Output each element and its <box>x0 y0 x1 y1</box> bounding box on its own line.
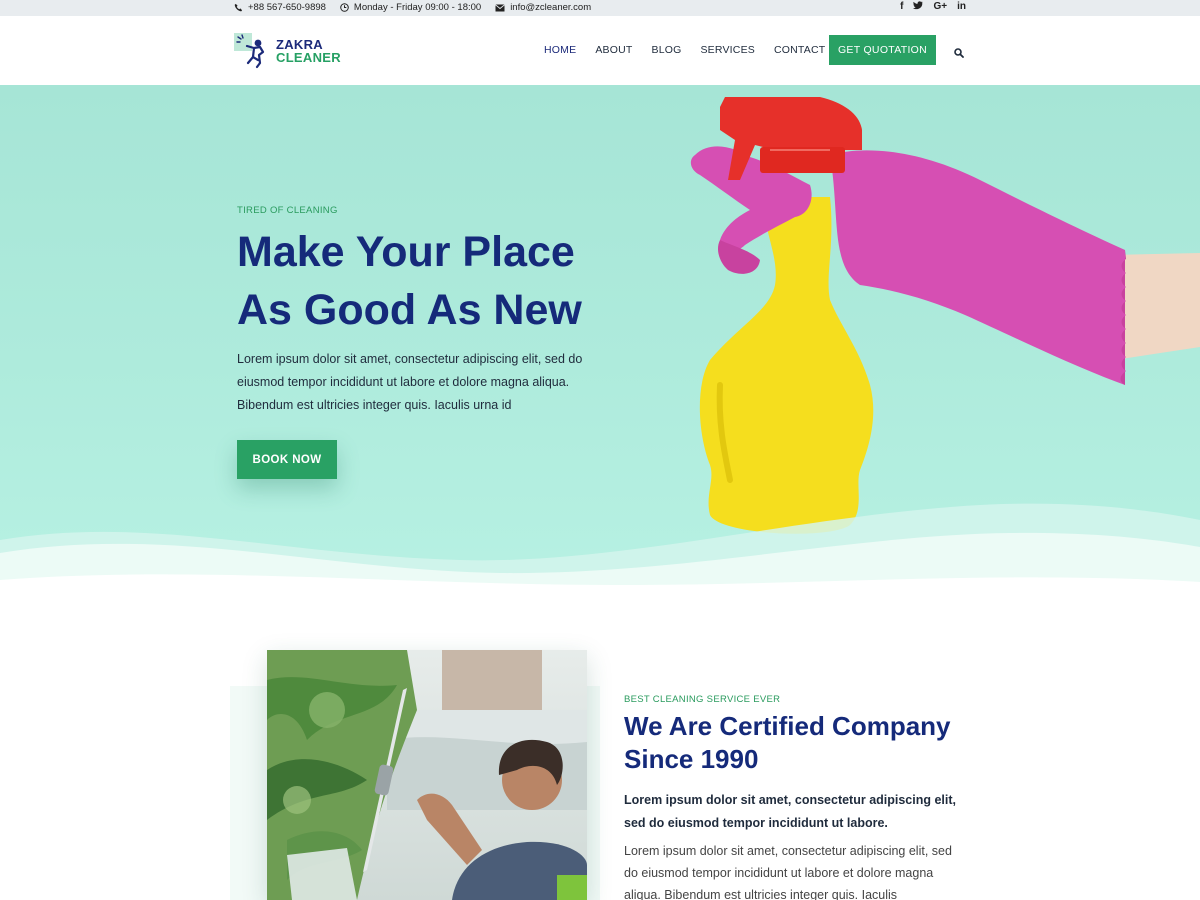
about-title-line-2: Since 1990 <box>624 744 759 774</box>
logo-line-2: CLEANER <box>276 50 341 65</box>
google-plus-icon[interactable]: G+ <box>933 1 947 13</box>
about-lead-text: Lorem ipsum dolor sit amet, consectetur … <box>624 793 957 830</box>
book-now-button[interactable]: BOOK NOW <box>237 440 337 479</box>
site-header: ZAKRA CLEANER HOME ABOUT BLOG SERVICES C… <box>0 16 1200 85</box>
email-item[interactable]: info@zcleaner.com <box>495 2 591 13</box>
nav-services[interactable]: SERVICES <box>700 35 755 65</box>
search-icon[interactable] <box>954 45 964 63</box>
about-kicker: BEST CLEANING SERVICE EVER <box>624 694 781 705</box>
window-cleaning-photo <box>267 650 587 900</box>
nav-home[interactable]: HOME <box>544 35 576 65</box>
about-body-text: Lorem ipsum dolor sit amet, consectetur … <box>624 844 952 900</box>
phone-number: +88 567-650-9898 <box>248 2 326 13</box>
social-links: f G+ in <box>900 1 966 13</box>
nav-contact[interactable]: CONTACT <box>774 35 825 65</box>
about-title-line-1: We Are Certified Company <box>624 711 951 741</box>
site-logo[interactable]: ZAKRA CLEANER <box>234 33 341 69</box>
hero-title: Make Your Place As Good As New <box>237 223 637 339</box>
hours-item: Monday - Friday 09:00 - 18:00 <box>340 2 481 13</box>
nav-blog[interactable]: BLOG <box>651 35 681 65</box>
phone-item[interactable]: +88 567-650-9898 <box>234 2 326 13</box>
hero-kicker: TIRED OF CLEANING <box>237 205 338 216</box>
top-bar: +88 567-650-9898 Monday - Friday 09:00 -… <box>0 0 1200 16</box>
logo-icon <box>234 33 265 69</box>
linkedin-icon[interactable]: in <box>957 1 966 13</box>
hero-title-line-1: Make Your Place <box>237 228 575 276</box>
clock-icon <box>340 3 349 12</box>
logo-wordmark: ZAKRA CLEANER <box>276 38 341 64</box>
about-title: We Are Certified Company Since 1990 <box>624 710 984 776</box>
hero-section: TIRED OF CLEANING Make Your Place As Goo… <box>0 85 1200 590</box>
twitter-icon[interactable] <box>913 1 924 13</box>
nav-about[interactable]: ABOUT <box>595 35 632 65</box>
email-address: info@zcleaner.com <box>510 2 592 13</box>
main-nav: HOME ABOUT BLOG SERVICES CONTACT <box>544 35 844 65</box>
hero-title-line-2: As Good As New <box>237 286 582 334</box>
contact-info: +88 567-650-9898 Monday - Friday 09:00 -… <box>234 2 591 13</box>
phone-icon <box>234 3 243 12</box>
get-quotation-button[interactable]: GET QUOTATION <box>829 35 936 65</box>
facebook-icon[interactable]: f <box>900 1 903 13</box>
hero-description: Lorem ipsum dolor sit amet, consectetur … <box>237 352 583 412</box>
opening-hours: Monday - Friday 09:00 - 18:00 <box>353 2 482 13</box>
envelope-icon <box>495 3 505 12</box>
